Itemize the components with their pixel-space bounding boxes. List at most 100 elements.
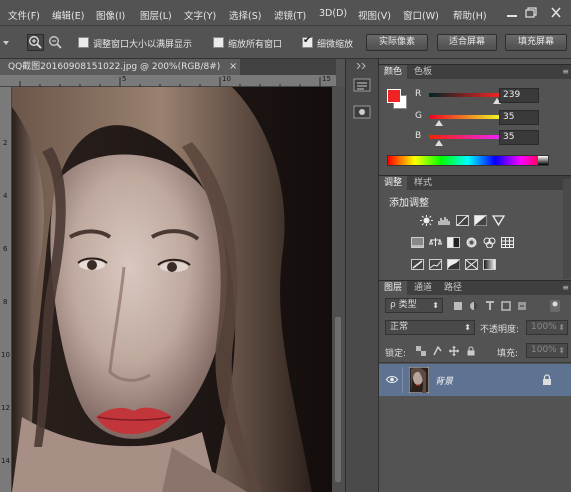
document-tab[interactable]: QQ截图20160908151022.jpg @ 200%(RGB/8#) × — [0, 59, 240, 75]
foreground-color-swatch[interactable] — [387, 89, 401, 103]
panel-menu-icon[interactable]: ≡ — [562, 67, 569, 76]
blue-slider-thumb[interactable] — [435, 140, 444, 146]
menu-view[interactable]: 视图(V) — [358, 8, 391, 22]
tab-adjustments[interactable]: 调整 — [379, 176, 408, 191]
gradient-map-icon[interactable] — [483, 259, 496, 270]
lock-position-icon[interactable] — [449, 346, 459, 356]
filter-adjustment-icon[interactable] — [469, 301, 479, 311]
close-tab-icon[interactable]: × — [229, 59, 237, 75]
tab-color[interactable]: 颜色 — [379, 65, 408, 80]
blend-mode-select[interactable]: 正常 ⬍ — [385, 320, 475, 335]
selective-color-icon[interactable] — [465, 259, 478, 270]
ruler-label: 2 — [3, 139, 8, 147]
green-slider-thumb[interactable] — [435, 120, 444, 126]
filter-pixel-icon[interactable] — [453, 301, 463, 311]
layer-lock-icon — [543, 374, 551, 385]
green-slider[interactable] — [429, 115, 502, 119]
lock-image-icon[interactable] — [433, 346, 443, 356]
chevron-down-icon: ⬍ — [464, 323, 471, 332]
fill-value: 100% — [531, 345, 557, 355]
menu-edit[interactable]: 编辑(E) — [52, 8, 84, 22]
layer-filter-select[interactable]: ρ 类型 ⬍ — [385, 298, 443, 313]
menu-file[interactable]: 文件(F) — [8, 8, 40, 22]
resize-windows-checkbox[interactable] — [78, 37, 89, 48]
vibrance-icon[interactable] — [492, 215, 505, 226]
opacity-label: 不透明度: — [480, 325, 520, 335]
restore-icon[interactable] — [523, 5, 539, 20]
filter-smart-object-icon[interactable] — [517, 301, 527, 311]
panel-icon-strip — [345, 59, 378, 492]
threshold-icon[interactable] — [447, 259, 460, 270]
zoom-in-icon[interactable] — [27, 34, 44, 51]
filter-shape-icon[interactable] — [501, 301, 511, 311]
fill-field[interactable]: 100% ⬍ — [526, 343, 568, 358]
channel-mixer-icon[interactable] — [483, 237, 496, 248]
menu-type[interactable]: 文字(Y) — [184, 8, 216, 22]
scrollbar-thumb[interactable] — [335, 317, 341, 482]
panel-scrollbar[interactable] — [563, 179, 571, 279]
document-canvas[interactable] — [12, 87, 332, 492]
actual-pixels-button[interactable]: 实际像素 — [366, 34, 428, 51]
tool-preset-arrow-icon[interactable] — [3, 40, 9, 46]
posterize-icon[interactable] — [429, 259, 442, 270]
history-panel-icon[interactable] — [352, 77, 372, 93]
ruler-label: 14 — [1, 457, 10, 465]
red-value-field[interactable]: 239 — [499, 88, 539, 103]
menu-filter[interactable]: 滤镜(T) — [274, 8, 306, 22]
vertical-ruler: 2 4 6 8 10 12 14 — [0, 87, 12, 492]
divider — [379, 362, 571, 363]
tab-swatches[interactable]: 色板 — [409, 65, 437, 80]
tab-paths[interactable]: 路径 — [439, 281, 467, 296]
minimize-icon[interactable] — [504, 5, 520, 20]
eye-visibility-icon[interactable] — [386, 375, 398, 384]
red-slider[interactable] — [429, 93, 502, 97]
filter-type-icon[interactable] — [485, 301, 495, 311]
exposure-icon[interactable] — [474, 215, 487, 226]
layer-name[interactable]: 背景 — [435, 374, 453, 387]
green-label: G — [415, 111, 422, 121]
green-value-field[interactable]: 35 — [499, 110, 539, 125]
blue-value-field[interactable]: 35 — [499, 130, 539, 145]
color-panel-tabs: 颜色 色板 ≡ — [379, 64, 571, 80]
zoom-out-icon[interactable] — [47, 34, 64, 51]
tab-layers[interactable]: 图层 — [379, 281, 408, 296]
zoom-all-windows-checkbox[interactable] — [213, 37, 224, 48]
layer-row-background[interactable]: 背景 — [379, 364, 571, 396]
color-spectrum-bar[interactable] — [387, 155, 549, 166]
blue-slider[interactable] — [429, 135, 502, 139]
ruler-label: 12 — [1, 404, 10, 412]
chevron-down-icon: ⬍ — [558, 346, 565, 355]
close-window-icon[interactable] — [545, 5, 567, 20]
menu-select[interactable]: 选择(S) — [229, 8, 261, 22]
menu-image[interactable]: 图像(I) — [96, 8, 125, 22]
invert-icon[interactable] — [411, 259, 424, 270]
color-lookup-icon[interactable] — [501, 237, 514, 248]
photo-filter-icon[interactable] — [465, 237, 478, 248]
panel-menu-icon[interactable]: ≡ — [562, 283, 569, 292]
opacity-field[interactable]: 100% ⬍ — [526, 320, 568, 335]
blend-mode-value: 正常 — [390, 322, 409, 332]
options-bar: 调整窗口大小以满屏显示 缩放所有窗口 细微缩放 实际像素 适合屏幕 填充屏幕 — [0, 26, 571, 59]
lock-all-icon[interactable] — [466, 346, 476, 356]
menu-3d[interactable]: 3D(D) — [319, 8, 347, 19]
menu-layer[interactable]: 图层(L) — [140, 8, 172, 22]
menu-help[interactable]: 帮助(H) — [453, 8, 487, 22]
black-white-icon[interactable] — [447, 237, 460, 248]
curves-icon[interactable] — [456, 215, 469, 226]
scrubby-zoom-checkbox[interactable] — [302, 35, 313, 48]
filter-toggle-icon[interactable] — [549, 299, 561, 313]
color-balance-icon[interactable] — [429, 237, 442, 248]
brightness-contrast-icon[interactable] — [420, 215, 433, 226]
hue-saturation-icon[interactable] — [411, 237, 424, 248]
fit-screen-button[interactable]: 适合屏幕 — [437, 34, 497, 51]
canvas-vertical-scrollbar[interactable] — [332, 87, 345, 492]
properties-panel-icon[interactable] — [352, 104, 372, 120]
lock-transparent-icon[interactable] — [416, 346, 426, 356]
resize-windows-label: 调整窗口大小以满屏显示 — [93, 40, 193, 50]
tab-channels[interactable]: 通道 — [409, 281, 437, 296]
collapse-arrows-icon[interactable] — [356, 63, 368, 69]
fill-screen-button[interactable]: 填充屏幕 — [505, 34, 567, 51]
tab-styles[interactable]: 样式 — [409, 176, 437, 191]
levels-icon[interactable] — [438, 215, 451, 226]
menu-window[interactable]: 窗口(W) — [403, 8, 439, 22]
